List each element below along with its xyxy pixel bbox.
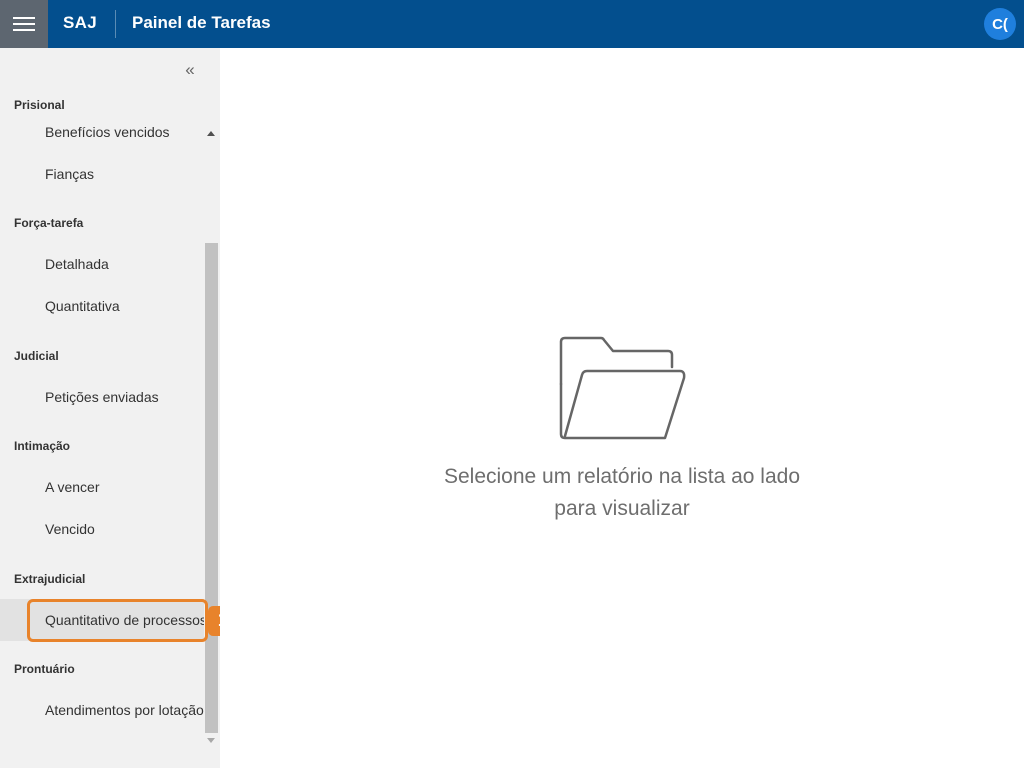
page-title: Painel de Tarefas bbox=[132, 13, 271, 32]
group-header-prontuario: Prontuário bbox=[14, 662, 75, 676]
empty-state-message-line2: para visualizar bbox=[554, 497, 690, 520]
folder-open-icon bbox=[559, 336, 686, 440]
menu-line bbox=[13, 17, 35, 19]
sidebar-item-fiancas[interactable]: Fianças bbox=[0, 153, 204, 195]
group-header-extrajudicial: Extrajudicial bbox=[14, 572, 86, 586]
scroll-down-arrow-icon[interactable] bbox=[207, 738, 215, 743]
sidebar-item-beneficios-vencidos[interactable]: Benefícios vencidos bbox=[0, 111, 204, 153]
group-header-forca-tarefa: Força-tarefa bbox=[14, 216, 84, 230]
group-header-judicial: Judicial bbox=[14, 349, 59, 363]
empty-state-message-line1: Selecione um relatório na lista ao lado bbox=[443, 465, 801, 488]
group-header-intimacao: Intimação bbox=[14, 439, 71, 453]
group-header-prisional: Prisional bbox=[14, 98, 65, 112]
hamburger-menu-button[interactable] bbox=[0, 0, 48, 48]
collapse-sidebar-icon[interactable]: « bbox=[180, 60, 200, 80]
menu-line bbox=[13, 23, 35, 25]
sidebar-item-quantitativa[interactable]: Quantitativa bbox=[0, 285, 204, 327]
scroll-up-arrow-icon[interactable] bbox=[207, 131, 215, 136]
user-avatar[interactable]: C( bbox=[984, 8, 1016, 40]
main-content: Selecione um relatório na lista ao lado … bbox=[220, 48, 1024, 768]
topbar-divider bbox=[115, 10, 116, 38]
sidebar-scrollbar-thumb[interactable] bbox=[205, 243, 218, 733]
brand-logo[interactable]: SAJ bbox=[63, 13, 97, 33]
sidebar-item-detalhada[interactable]: Detalhada bbox=[0, 243, 204, 285]
menu-line bbox=[13, 29, 35, 31]
sidebar-item-peticoes-enviadas[interactable]: Petições enviadas bbox=[0, 376, 204, 418]
highlight-callout-box bbox=[27, 599, 208, 642]
sidebar-item-vencido[interactable]: Vencido bbox=[0, 508, 204, 550]
top-bar: SAJ Painel de Tarefas C( bbox=[0, 0, 1024, 48]
sidebar: « Prisional Benefícios vencidos Fianças … bbox=[0, 48, 220, 768]
sidebar-item-a-vencer[interactable]: A vencer bbox=[0, 466, 204, 508]
sidebar-item-atendimentos-por-lotacao[interactable]: Atendimentos por lotação bbox=[0, 689, 204, 731]
